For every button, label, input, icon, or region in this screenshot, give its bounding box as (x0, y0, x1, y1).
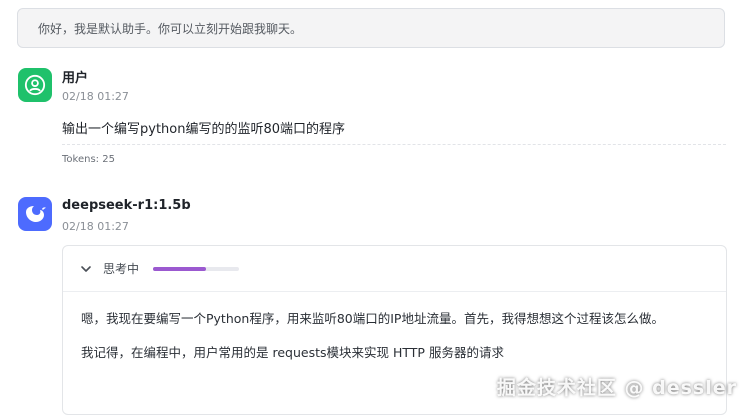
thinking-toggle[interactable]: 思考中 (63, 246, 726, 292)
deepseek-whale-icon (26, 206, 46, 222)
user-name: 用户 (62, 71, 89, 86)
assistant-avatar (18, 197, 52, 231)
token-count: Tokens: 25 (62, 154, 115, 165)
user-message-timestamp: 02/18 01:27 (62, 90, 129, 103)
watermark: 掘金技术社区 @ dessler (496, 377, 737, 399)
user-avatar (18, 68, 52, 102)
assistant-name: deepseek-r1:1.5b (62, 198, 191, 213)
thinking-label: 思考中 (103, 262, 140, 276)
message-divider (62, 144, 726, 145)
chevron-down-icon (81, 265, 91, 272)
assistant-message-timestamp: 02/18 01:27 (62, 220, 129, 233)
user-message-text: 输出一个编写python编写的的监听80端口的程序 (62, 122, 346, 137)
user-icon (24, 74, 46, 96)
thinking-progress-fill (153, 266, 207, 271)
system-greeting-banner: 你好，我是默认助手。你可以立刻开始跟我聊天。 (17, 8, 725, 48)
system-greeting-text: 你好，我是默认助手。你可以立刻开始跟我聊天。 (38, 21, 303, 36)
thinking-paragraph: 我记得，在编程中，用户常用的是 requests模块来实现 HTTP 服务器的请… (81, 345, 504, 360)
thinking-progress-bar (153, 266, 240, 271)
thinking-content: 嗯，我现在要编写一个Python程序，用来监听80端口的IP地址流量。首先，我得… (63, 292, 726, 364)
thinking-paragraph: 嗯，我现在要编写一个Python程序，用来监听80端口的IP地址流量。首先，我得… (81, 311, 664, 326)
